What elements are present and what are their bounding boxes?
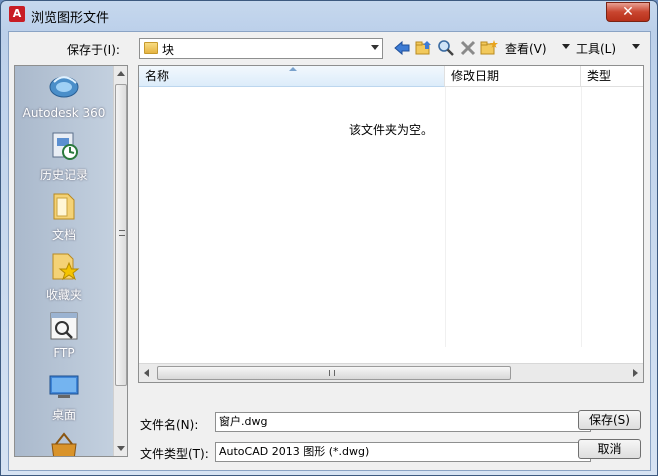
scroll-thumb[interactable] bbox=[115, 84, 127, 386]
place-desktop[interactable]: 桌面 bbox=[15, 366, 113, 426]
grip-icon bbox=[119, 230, 125, 236]
place-label: 桌面 bbox=[51, 408, 76, 422]
file-name-input[interactable]: 窗户.dwg bbox=[215, 412, 591, 432]
cancel-button[interactable]: 取消 bbox=[578, 439, 641, 459]
tools-menu[interactable]: 工具(L) bbox=[576, 40, 616, 57]
save-in-value: 块 bbox=[162, 43, 175, 57]
autocad-logo-icon: A bbox=[9, 6, 25, 22]
place-favorites[interactable]: 收藏夹 bbox=[15, 246, 113, 306]
scroll-right-icon[interactable] bbox=[633, 369, 638, 377]
view-dropdown-icon[interactable] bbox=[562, 44, 570, 49]
place-autodesk-360[interactable]: Autodesk 360 bbox=[15, 66, 113, 126]
file-type-label: 文件类型(T): bbox=[140, 447, 209, 461]
places-list: Autodesk 360 历史记录 文档 收藏夹 FTP 桌面 bbox=[15, 66, 113, 456]
search-web-icon[interactable] bbox=[437, 39, 455, 57]
place-history[interactable]: 历史记录 bbox=[15, 126, 113, 186]
view-menu[interactable]: 查看(V) bbox=[505, 40, 547, 57]
grip-icon bbox=[329, 370, 335, 376]
save-in-combo[interactable]: 块 bbox=[139, 38, 383, 59]
file-list[interactable]: 名称 修改日期 类型 该文件夹为空。 bbox=[138, 65, 644, 383]
folder-basket-icon bbox=[51, 432, 77, 456]
column-divider bbox=[581, 87, 582, 347]
file-type-select[interactable]: AutoCAD 2013 图形 (*.dwg) bbox=[215, 442, 591, 462]
column-date-label: 修改日期 bbox=[451, 69, 500, 83]
place-more[interactable] bbox=[15, 426, 113, 456]
empty-folder-message: 该文件夹为空。 bbox=[349, 123, 434, 137]
browse-drawing-dialog: A 浏览图形文件 ✕ 保存于(I): 块 查看(V) 工具(L) Autodes… bbox=[0, 0, 658, 476]
history-icon bbox=[52, 132, 78, 160]
column-name-label: 名称 bbox=[145, 69, 170, 83]
save-in-label: 保存于(I): bbox=[67, 43, 120, 57]
new-folder-icon[interactable] bbox=[480, 39, 498, 57]
place-label: 历史记录 bbox=[39, 168, 88, 182]
dialog-body: 保存于(I): 块 查看(V) 工具(L) Autodesk 360 历史记录 … bbox=[8, 31, 651, 471]
scroll-thumb[interactable] bbox=[157, 366, 511, 380]
back-arrow-icon[interactable] bbox=[393, 39, 411, 57]
desktop-icon bbox=[49, 375, 79, 398]
list-scrollbar[interactable] bbox=[139, 363, 643, 382]
place-label: Autodesk 360 bbox=[22, 106, 106, 120]
column-divider bbox=[445, 87, 446, 347]
place-ftp[interactable]: FTP bbox=[15, 306, 113, 366]
place-label: 文档 bbox=[51, 228, 76, 242]
favorites-icon bbox=[52, 253, 80, 281]
ftp-icon bbox=[50, 312, 78, 340]
close-button[interactable]: ✕ bbox=[606, 2, 650, 22]
scroll-up-icon[interactable] bbox=[117, 71, 125, 76]
save-button[interactable]: 保存(S) bbox=[578, 410, 641, 430]
place-label: FTP bbox=[53, 346, 75, 360]
scroll-down-icon[interactable] bbox=[117, 446, 125, 451]
column-header-name[interactable]: 名称 bbox=[139, 66, 445, 87]
places-scrollbar[interactable] bbox=[113, 66, 127, 456]
column-header-date[interactable]: 修改日期 bbox=[445, 66, 581, 87]
up-folder-icon[interactable] bbox=[415, 39, 433, 57]
chevron-down-icon[interactable] bbox=[371, 45, 379, 50]
column-header-type[interactable]: 类型 bbox=[581, 66, 643, 87]
title-bar[interactable]: A 浏览图形文件 ✕ bbox=[1, 1, 657, 29]
autodesk-360-icon bbox=[49, 76, 79, 98]
place-documents[interactable]: 文档 bbox=[15, 186, 113, 246]
dialog-title: 浏览图形文件 bbox=[31, 11, 110, 26]
sort-ascending-icon bbox=[289, 67, 297, 71]
places-bar: Autodesk 360 历史记录 文档 收藏夹 FTP 桌面 bbox=[14, 65, 128, 457]
file-name-label: 文件名(N): bbox=[140, 418, 199, 432]
delete-icon[interactable] bbox=[459, 39, 477, 57]
documents-icon bbox=[53, 193, 75, 220]
column-type-label: 类型 bbox=[587, 69, 612, 83]
scroll-left-icon[interactable] bbox=[144, 369, 149, 377]
place-label: 收藏夹 bbox=[45, 288, 82, 302]
folder-icon bbox=[144, 42, 158, 54]
tools-dropdown-icon[interactable] bbox=[632, 44, 640, 49]
